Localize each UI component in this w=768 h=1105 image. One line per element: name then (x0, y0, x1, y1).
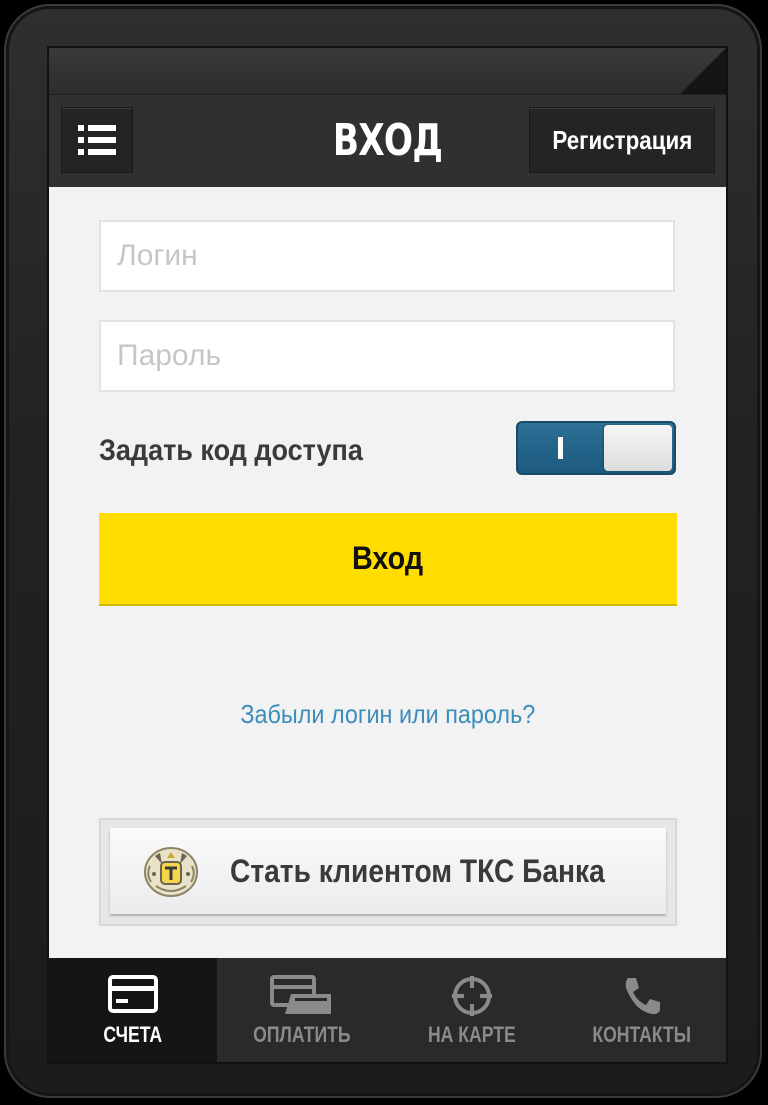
bottom-tab-bar: СЧЕТА ОПЛАТИТЬ НА КАРТЕ КОНТАКТЫ (49, 958, 726, 1062)
status-bar (49, 48, 726, 94)
tab-map[interactable]: НА КАРТЕ (387, 958, 557, 1062)
tab-contacts[interactable]: КОНТАКТЫ (557, 958, 726, 1062)
tab-accounts-label: СЧЕТА (49, 1022, 217, 1048)
passcode-toggle[interactable] (516, 421, 676, 475)
tab-map-label-text: НА КАРТЕ (428, 1022, 516, 1047)
menu-button[interactable] (61, 107, 133, 173)
tab-pay[interactable]: ОПЛАТИТЬ (217, 958, 387, 1062)
tab-contacts-label-text: КОНТАКТЫ (592, 1022, 691, 1047)
tab-map-label: НА КАРТЕ (387, 1022, 557, 1048)
login-button-label: Вход (352, 540, 424, 576)
forgot-password-link[interactable]: Забыли логин или пароль? (49, 694, 726, 734)
toggle-on-mark-icon (558, 437, 563, 459)
become-client-label: Стать клиентом ТКС Банка (230, 828, 656, 914)
password-field-wrapper (99, 320, 675, 392)
payment-icon (270, 975, 331, 1014)
login-field-wrapper (99, 220, 675, 292)
map-target-icon (452, 976, 492, 1016)
menu-icon (78, 125, 116, 155)
forgot-password-link-text: Забыли логин или пароль? (240, 699, 535, 729)
tab-pay-label-text: ОПЛАТИТЬ (253, 1022, 351, 1047)
bank-emblem-icon (144, 847, 198, 897)
app-header: ВХОД Регистрация (49, 94, 726, 187)
toggle-knob (604, 425, 672, 471)
become-client-label-text: Стать клиентом ТКС Банка (230, 853, 605, 889)
card-icon (108, 975, 158, 1013)
tab-pay-label: ОПЛАТИТЬ (217, 1022, 387, 1048)
app-screen: ВХОД Регистрация Задать код доступа Вход… (49, 48, 726, 1062)
passcode-label-text: Задать код доступа (99, 434, 363, 467)
phone-icon (625, 978, 660, 1015)
status-bar-corner (680, 48, 726, 94)
tab-accounts[interactable]: СЧЕТА (49, 958, 217, 1062)
tab-accounts-label-text: СЧЕТА (103, 1022, 163, 1047)
tab-contacts-label: КОНТАКТЫ (557, 1022, 726, 1048)
register-button-label: Регистрация (552, 125, 692, 155)
become-client-panel: Стать клиентом ТКС Банка (99, 818, 677, 926)
password-input[interactable] (101, 322, 673, 390)
passcode-label: Задать код доступа (99, 426, 479, 476)
become-client-button[interactable]: Стать клиентом ТКС Банка (110, 828, 666, 914)
login-input[interactable] (101, 222, 673, 290)
login-button[interactable]: Вход (99, 513, 677, 604)
register-button[interactable]: Регистрация (529, 107, 715, 173)
device-frame: ВХОД Регистрация Задать код доступа Вход… (4, 4, 762, 1098)
